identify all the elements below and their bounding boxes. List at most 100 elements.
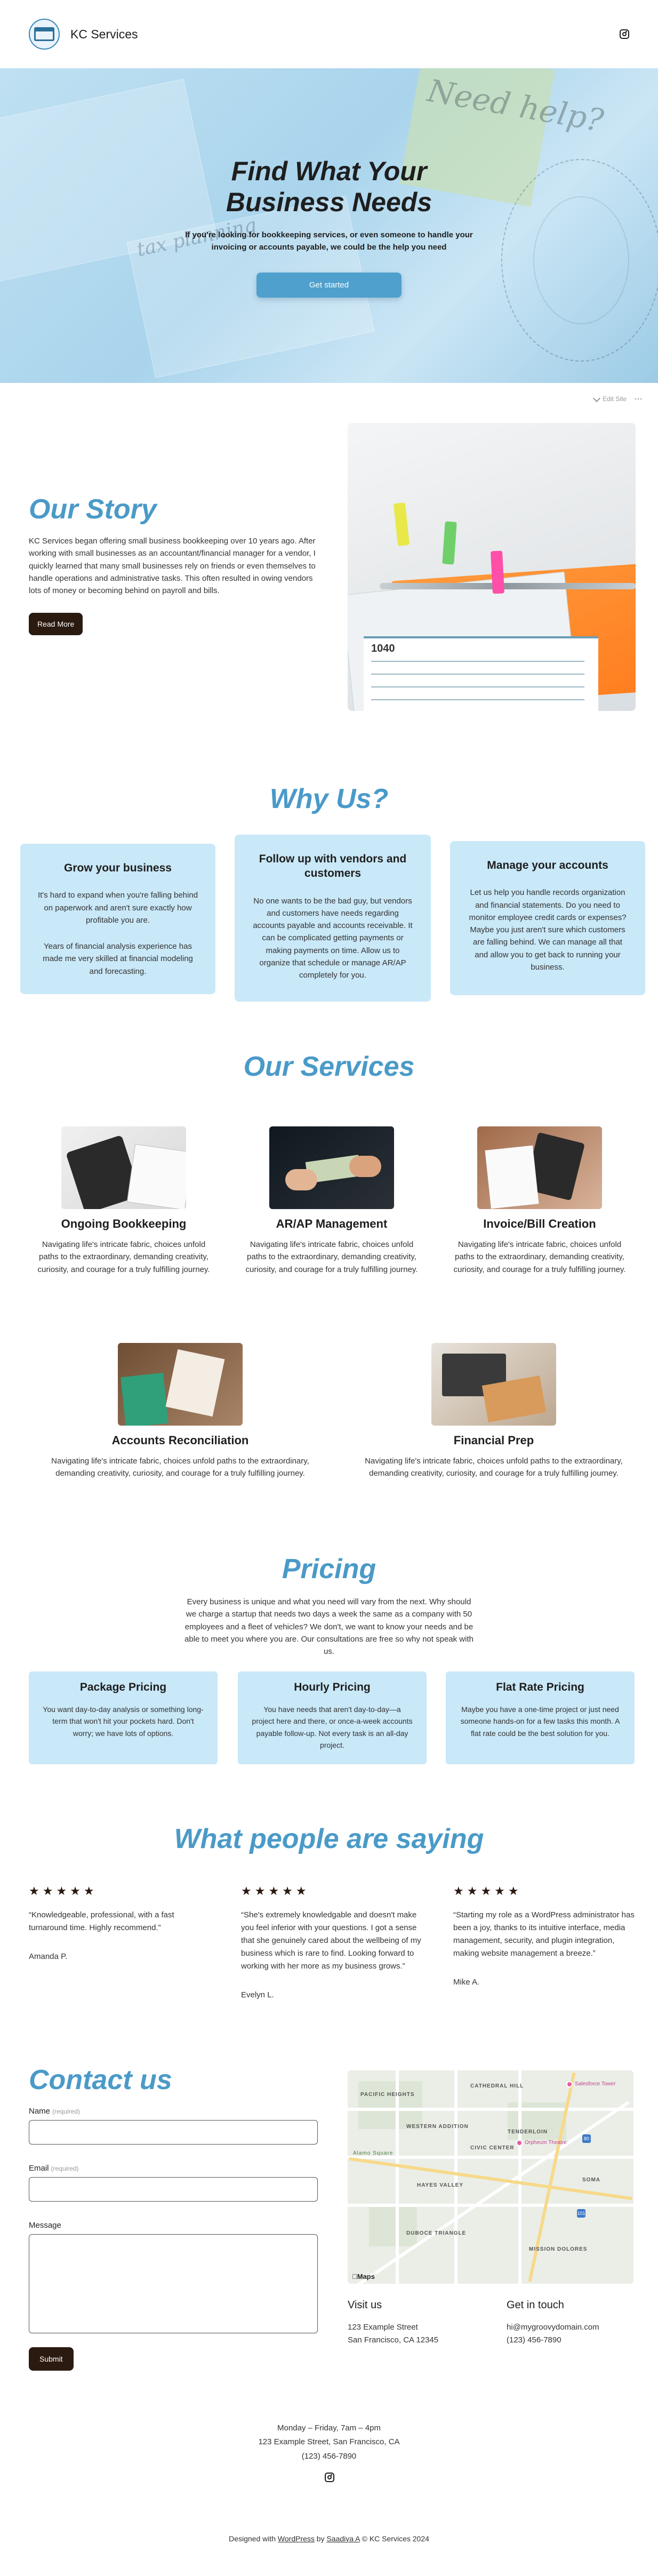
service-name: Ongoing Bookkeeping: [61, 1217, 187, 1230]
sticky-tab: [490, 550, 505, 594]
email-field[interactable]: [29, 2177, 318, 2202]
footer-info: Monday – Friday, 7am – 4pm 123 Example S…: [0, 2421, 658, 2463]
sticky-tab: [442, 521, 457, 565]
admin-toolbar: Edit Site ⋯: [593, 394, 643, 404]
service-desc: Navigating life's intricate fabric, choi…: [453, 1240, 626, 1274]
credits-by: by: [316, 2534, 325, 2543]
wordpress-link[interactable]: WordPress: [278, 2534, 315, 2543]
site-logo[interactable]: [29, 19, 60, 50]
pricing-card-desc: Maybe you have a one-time project or jus…: [460, 1705, 620, 1738]
map-brand-text: Maps: [352, 2273, 375, 2281]
story-body: KC Services began offering small busines…: [29, 537, 316, 595]
financial-prep-image: [431, 1343, 556, 1426]
contact-title: Contact us: [29, 2065, 172, 2095]
email-label: Email (required): [29, 2164, 318, 2173]
why-card: Manage your accounts Let us help you han…: [450, 841, 645, 995]
service-name: Accounts Reconciliation: [111, 1434, 249, 1447]
map-label: DUBOCE TRIANGLE: [406, 2230, 467, 2236]
visit-title: Visit us: [348, 2299, 382, 2311]
services-title: Our Services: [243, 1051, 415, 1082]
pricing-card-title: Flat Rate Pricing: [496, 1681, 584, 1693]
hero-title: Find What Your Business Needs: [226, 156, 432, 217]
story-text: Our Story KC Services began offering sma…: [29, 493, 317, 636]
name-field[interactable]: [29, 2120, 318, 2145]
site-title[interactable]: KC Services: [70, 27, 138, 42]
pricing-card-title: Package Pricing: [79, 1681, 167, 1693]
why-card: Follow up with vendors and customers No …: [235, 835, 431, 1002]
map-pin-icon[interactable]: [516, 2140, 523, 2146]
instagram-icon[interactable]: [620, 29, 629, 39]
form-line: [371, 686, 584, 687]
get-in-touch: Get in touch hi@mygroovydomain.com (123)…: [507, 2297, 599, 2347]
why-card-body: Years of financial analysis experience h…: [43, 942, 193, 976]
map-label: WESTERN ADDITION: [406, 2124, 469, 2130]
hero-cover: Need help? tax planning Find What Your B…: [0, 68, 658, 383]
service-name: AR/AP Management: [276, 1217, 388, 1230]
name-label: Name (required): [29, 2107, 318, 2116]
map-label: PACIFIC HEIGHTS: [360, 2092, 415, 2098]
contact-form: Name (required) Email (required) Message S…: [29, 2107, 318, 2371]
apple-maps-logo: Maps: [352, 2273, 375, 2281]
message-field[interactable]: [29, 2234, 318, 2333]
footer-phone: (123) 456-7890: [301, 2451, 357, 2461]
edit-site-button[interactable]: Edit Site: [593, 394, 627, 403]
contact-phone[interactable]: (123) 456-7890: [507, 2334, 599, 2347]
testimonial-quote: “Knowledgeable, professional, with a fas…: [29, 1910, 174, 1933]
payment-image: [269, 1126, 394, 1209]
why-card: Grow your business It's hard to expand w…: [20, 844, 215, 994]
map-label: SOMA: [582, 2177, 600, 2183]
star-rating-icon: ★★★★★: [29, 1884, 98, 1898]
pricing-card-title: Hourly Pricing: [294, 1681, 371, 1693]
invoice-image: [477, 1126, 602, 1209]
credits-prefix: Designed with: [229, 2534, 276, 2543]
email-label-text: Email: [29, 2164, 49, 2173]
testimonial: ★★★★★ “Knowledgeable, professional, with…: [29, 1882, 213, 1963]
submit-button[interactable]: Submit: [29, 2347, 74, 2371]
service-item: Invoice/Bill Creation Navigating life's …: [449, 1126, 630, 1276]
service-name: Invoice/Bill Creation: [483, 1217, 596, 1230]
map-pin-label: Salesforce Tower: [575, 2081, 616, 2087]
pricing-card: Hourly Pricing You have needs that aren'…: [238, 1671, 427, 1764]
testimonial: ★★★★★ “She's extremely knowledgable and …: [241, 1882, 426, 2002]
story-title: Our Story: [29, 494, 157, 525]
star-rating-icon: ★★★★★: [241, 1884, 310, 1898]
required-hint: (required): [52, 2108, 81, 2115]
instagram-icon[interactable]: [325, 2473, 334, 2482]
get-started-button[interactable]: Get started: [256, 273, 402, 298]
pricing-card-desc: You have needs that aren't day-to-day—a …: [252, 1705, 413, 1750]
why-us-title: Why Us?: [269, 783, 389, 814]
map-pin-icon[interactable]: [566, 2081, 573, 2087]
read-more-button[interactable]: Read More: [29, 613, 83, 636]
service-item: Financial Prep Navigating life's intrica…: [365, 1343, 623, 1480]
edit-site-label: Edit Site: [603, 395, 627, 403]
required-hint: (required): [51, 2165, 79, 2172]
testimonial-author: Evelyn L.: [241, 1990, 274, 2000]
contact-email-link[interactable]: hi@mygroovydomain.com: [507, 2321, 599, 2334]
footer-hours: Monday – Friday, 7am – 4pm: [277, 2423, 381, 2433]
more-options-icon[interactable]: ⋯: [634, 394, 643, 404]
highway-shield-icon: 101: [577, 2209, 585, 2218]
testimonial: ★★★★★ “Starting my role as a WordPress a…: [453, 1882, 638, 1989]
author-link[interactable]: Saadiya A: [326, 2534, 359, 2543]
visit-us: Visit us 123 Example Street San Francisc…: [348, 2297, 438, 2347]
pricing-card-desc: You want day-to-day analysis or somethin…: [43, 1705, 204, 1738]
why-card-body: No one wants to be the bad guy, but vend…: [253, 896, 413, 980]
map-label: HAYES VALLEY: [417, 2182, 464, 2188]
location-map[interactable]: PACIFIC HEIGHTS CATHEDRAL HILL TENDERLOI…: [348, 2070, 633, 2284]
why-card-title: Follow up with vendors and customers: [259, 853, 407, 880]
brand[interactable]: KC Services: [29, 19, 138, 50]
reconciliation-image: [118, 1343, 243, 1426]
copyright: © KC Services 2024: [362, 2534, 429, 2543]
service-item: Accounts Reconciliation Navigating life'…: [51, 1343, 309, 1480]
pricing-card: Package Pricing You want day-to-day anal…: [29, 1671, 218, 1764]
map-label: TENDERLOIN: [508, 2129, 548, 2135]
footer-credits: Designed with WordPress by Saadiya A © K…: [0, 2534, 658, 2543]
testimonial-author: Amanda P.: [29, 1952, 68, 1962]
service-desc: Navigating life's intricate fabric, choi…: [51, 1457, 309, 1478]
name-label-text: Name: [29, 2107, 51, 2116]
sticky-tab: [393, 502, 410, 546]
tax-form-heading: 1040: [371, 643, 395, 654]
service-item: Ongoing Bookkeeping Navigating life's in…: [33, 1126, 214, 1276]
briefcase-icon: [34, 27, 54, 41]
hero-subtitle: If you're looking for bookkeeping servic…: [185, 230, 473, 252]
